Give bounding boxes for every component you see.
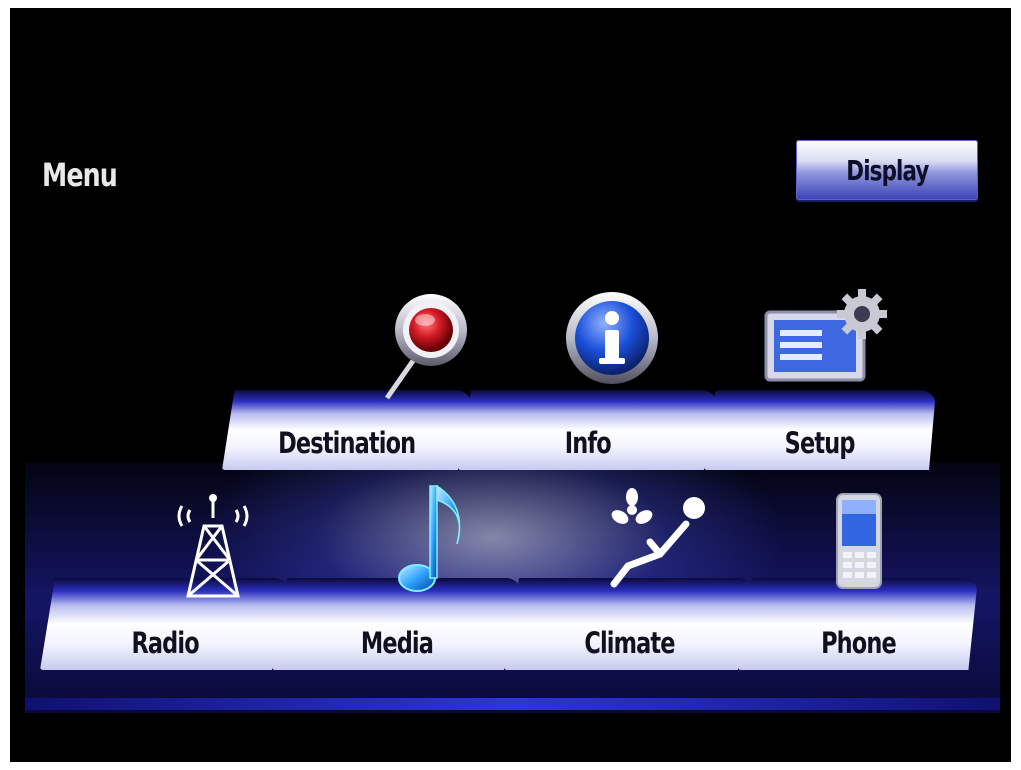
music-note-icon: [395, 478, 475, 602]
menu-screen: Menu Display Destination Info Setup Radi…: [10, 8, 1011, 762]
display-button[interactable]: Display: [796, 140, 978, 200]
page-title: Menu: [42, 156, 118, 194]
radio-tower-icon: [168, 488, 258, 602]
climate-label: Climate: [583, 626, 675, 660]
radio-label: Radio: [131, 626, 199, 660]
floor-edge: [25, 698, 1000, 710]
climate-seat-fan-icon: [602, 488, 712, 592]
map-pin-icon: [373, 290, 469, 406]
phone-label: Phone: [820, 626, 897, 660]
mobile-phone-icon: [835, 492, 885, 596]
info-icon: [564, 290, 660, 398]
info-label: Info: [564, 426, 612, 460]
setup-label: Setup: [785, 426, 856, 460]
media-label: Media: [360, 626, 434, 660]
setup-button[interactable]: Setup: [704, 378, 936, 470]
settings-screen-icon: [758, 286, 888, 390]
destination-label: Destination: [278, 426, 416, 460]
display-button-label: Display: [845, 153, 929, 187]
